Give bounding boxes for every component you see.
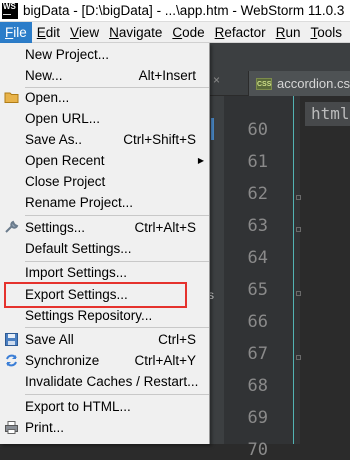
menu-item-rename-project[interactable]: Rename Project...: [0, 192, 209, 213]
line-number: 68: [247, 376, 268, 396]
menu-separator: [25, 215, 209, 216]
window-title: bigData - [D:\bigData] - ...\app.htm - W…: [23, 3, 345, 18]
breadcrumb[interactable]: html: [305, 102, 350, 126]
annotation-highlight: [4, 282, 187, 308]
menu-item-close-project[interactable]: Close Project: [0, 171, 209, 192]
line-number: 60: [247, 120, 268, 140]
menu-navigate[interactable]: Navigate: [104, 22, 167, 43]
indent-guide: [293, 96, 294, 444]
fold-marker-icon[interactable]: [296, 355, 301, 360]
file-menu-dropdown: New Project... New... Alt+Insert Open...…: [0, 43, 210, 444]
menu-item-open[interactable]: Open...: [0, 87, 209, 108]
fold-marker-icon[interactable]: [296, 195, 301, 200]
fold-marker-icon[interactable]: [296, 291, 301, 296]
menu-file[interactable]: File: [0, 21, 32, 43]
css-file-icon: CSS: [256, 77, 272, 90]
line-number: 63: [247, 216, 268, 236]
webstorm-logo-icon: WS —: [2, 2, 18, 19]
menu-item-save-all[interactable]: Save All Ctrl+S: [0, 329, 209, 350]
line-number: 62: [247, 184, 268, 204]
strip-marker: [211, 118, 214, 140]
menu-item-synchronize[interactable]: Synchronize Ctrl+Alt+Y: [0, 350, 209, 371]
editor-tab-accordion[interactable]: CSS accordion.css: [248, 71, 350, 96]
tab-label: accordion.css: [277, 76, 350, 91]
menu-item-export-html[interactable]: Export to HTML...: [0, 396, 209, 417]
menu-view[interactable]: View: [65, 22, 104, 43]
menu-separator: [25, 394, 209, 395]
code-editor[interactable]: [301, 96, 350, 444]
menu-item-open-url[interactable]: Open URL...: [0, 108, 209, 129]
fold-marker-icon[interactable]: [296, 227, 301, 232]
menu-item-open-recent[interactable]: Open Recent ▶: [0, 150, 209, 171]
sync-icon: [6, 354, 17, 367]
line-number: 61: [247, 152, 268, 172]
submenu-arrow-icon: ▶: [197, 156, 204, 165]
menu-item-save-as[interactable]: Save As.. Ctrl+Shift+S: [0, 129, 209, 150]
logo-dash: —: [3, 9, 11, 19]
title-bar: WS — bigData - [D:\bigData] - ...\app.ht…: [0, 0, 350, 22]
menu-item-import-settings[interactable]: Import Settings...: [0, 262, 209, 283]
line-number: 69: [247, 408, 268, 428]
folder-icon: [4, 92, 19, 103]
menu-bar: File Edit View Navigate Code Refactor Ru…: [0, 21, 350, 43]
line-number: 65: [247, 280, 268, 300]
menu-item-new[interactable]: New... Alt+Insert: [0, 65, 209, 86]
menu-refactor[interactable]: Refactor: [210, 22, 271, 43]
close-icon[interactable]: ×: [213, 74, 225, 86]
editor-toolbar: [210, 43, 350, 71]
menu-edit[interactable]: Edit: [32, 22, 65, 43]
wrench-icon: [5, 220, 19, 233]
menu-separator: [25, 327, 209, 328]
line-number: 70: [247, 440, 268, 460]
menu-tools[interactable]: Tools: [305, 22, 347, 43]
line-number: 67: [247, 344, 268, 364]
menu-item-invalidate-caches[interactable]: Invalidate Caches / Restart...: [0, 371, 209, 392]
line-number: 64: [247, 248, 268, 268]
menu-item-settings-repository[interactable]: Settings Repository...: [0, 305, 209, 326]
structure-strip: [210, 96, 224, 444]
menu-item-settings[interactable]: Settings... Ctrl+Alt+S: [0, 217, 209, 238]
menu-code[interactable]: Code: [167, 22, 209, 43]
menu-item-print[interactable]: Print...: [0, 417, 209, 438]
save-icon: [5, 333, 18, 346]
menu-item-default-settings[interactable]: Default Settings...: [0, 238, 209, 259]
menu-run[interactable]: Run: [271, 22, 306, 43]
line-number: 66: [247, 312, 268, 332]
menu-item-new-project[interactable]: New Project...: [0, 44, 209, 65]
print-icon: [5, 421, 18, 434]
